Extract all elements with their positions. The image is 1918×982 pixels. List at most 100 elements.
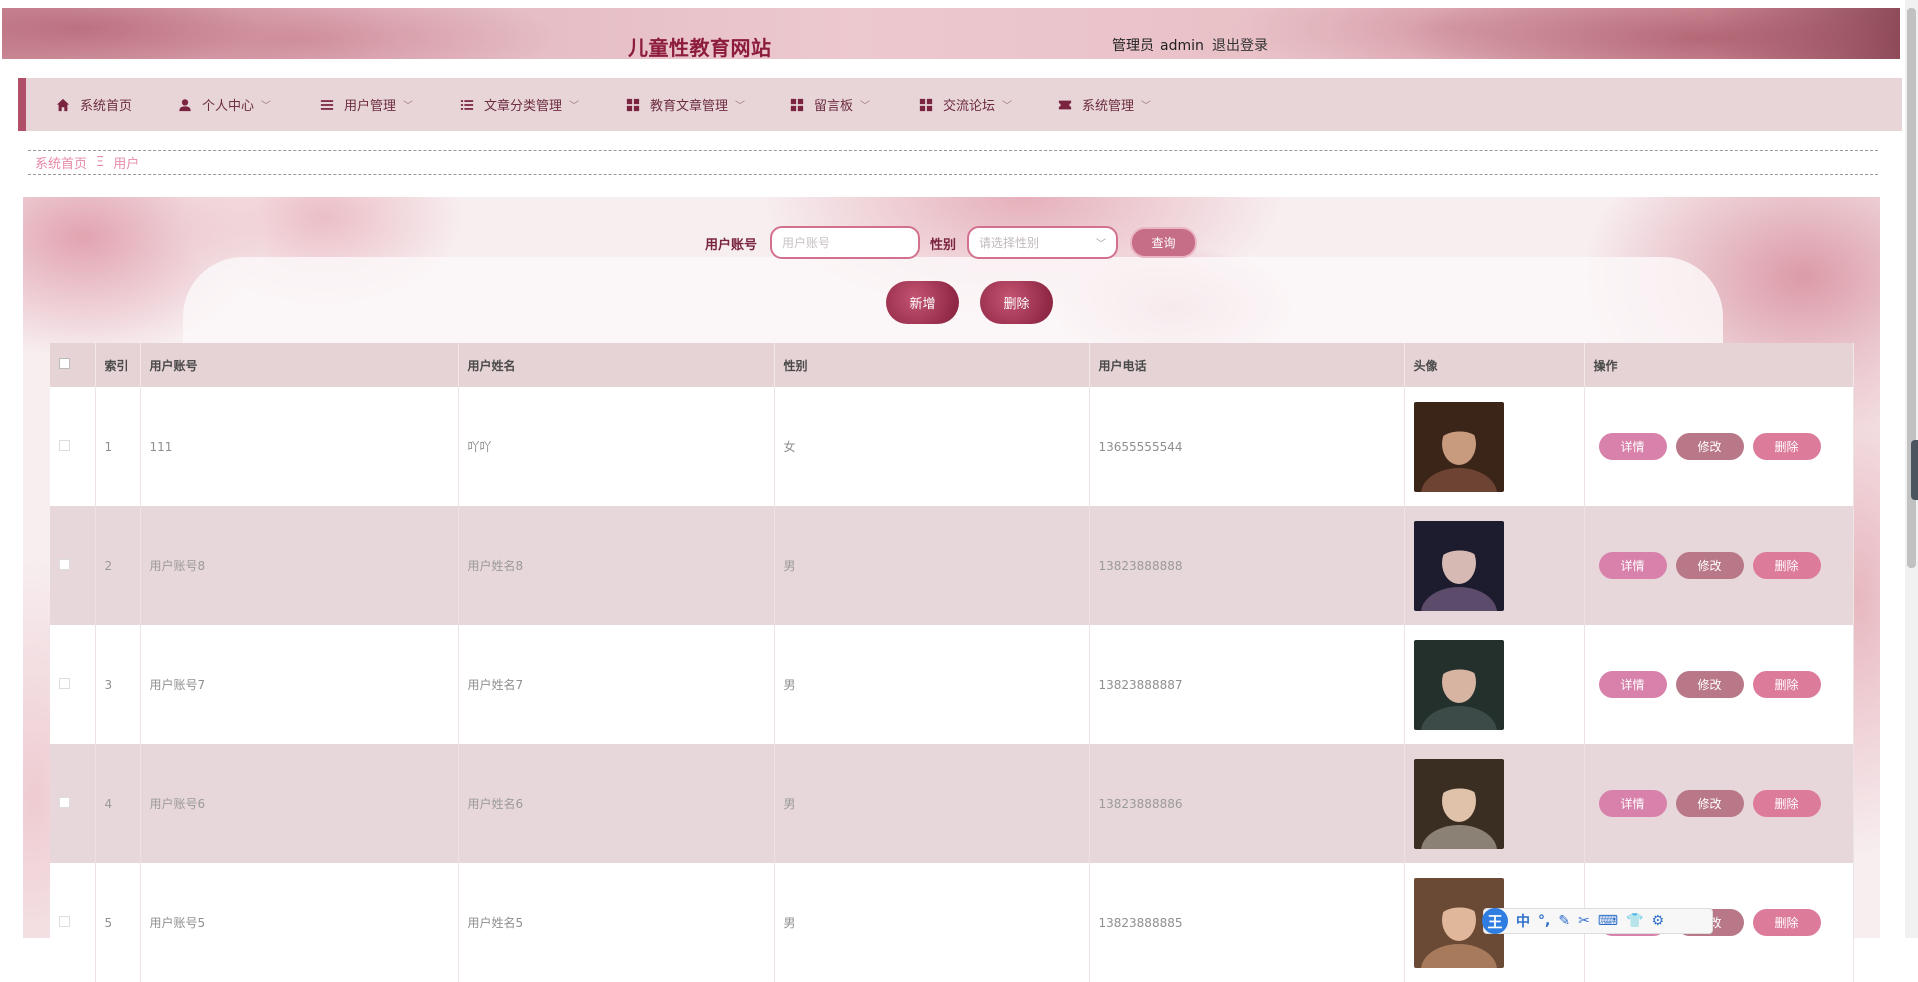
side-floating-tab[interactable]	[1911, 440, 1918, 500]
nav-item-message-board[interactable]: 留言板 ﹀	[790, 78, 870, 131]
user-table: 索引 用户账号 用户姓名 性别 用户电话 头像 操作 1 111 吖吖女 136555…	[50, 343, 1854, 982]
breadcrumb-separator: Ξ	[96, 155, 105, 170]
gender-search-label: 性别	[930, 238, 957, 253]
breadcrumb-bottom-divider	[28, 174, 1878, 175]
username: admin	[1160, 38, 1204, 54]
nav-item-user-management[interactable]: 用户管理 ﹀	[320, 78, 413, 131]
cell-index: 4	[95, 744, 141, 863]
detail-button[interactable]: 详情	[1598, 433, 1667, 460]
nav-item-profile[interactable]: 个人中心 ﹀	[178, 78, 271, 131]
column-header: 用户姓名	[458, 343, 775, 387]
nav-label: 个人中心	[202, 99, 255, 114]
scissors-icon[interactable]: ✂	[1578, 913, 1590, 929]
delete-button[interactable]: 删除	[1752, 671, 1821, 698]
gender-select[interactable]: 请选择性别 ﹀	[967, 226, 1118, 259]
ime-logo[interactable]: 王	[1482, 908, 1508, 934]
chevron-down-icon: ﹀	[1002, 101, 1013, 112]
cell-name: 吖吖	[458, 387, 775, 506]
breadcrumb-current: 用户	[113, 157, 140, 172]
nav-item-article-management[interactable]: 教育文章管理 ﹀	[626, 78, 745, 131]
nav-label: 系统首页	[80, 99, 133, 114]
logout-link[interactable]: 退出登录	[1212, 35, 1268, 55]
breadcrumb: 系统首页 Ξ 用户	[35, 153, 139, 172]
avatar	[1413, 401, 1504, 492]
add-button[interactable]: 新增	[886, 281, 959, 324]
delete-button[interactable]: 删除	[1752, 790, 1821, 817]
row-checkbox[interactable]	[59, 439, 70, 451]
row-select-cell[interactable]	[50, 863, 96, 982]
column-header: 用户电话	[1089, 343, 1405, 387]
row-select-cell[interactable]	[50, 625, 96, 744]
user-icon	[179, 98, 191, 111]
cell-index: 2	[95, 506, 141, 625]
menu-icon	[320, 99, 334, 110]
header-select-all[interactable]	[50, 343, 96, 387]
nav-item-forum[interactable]: 交流论坛 ﹀	[919, 78, 1012, 131]
column-header: 性别	[774, 343, 1090, 387]
avatar	[1413, 639, 1504, 730]
avatar	[1413, 520, 1504, 611]
row-checkbox[interactable]	[59, 915, 70, 927]
batch-delete-button[interactable]: 删除	[980, 281, 1053, 324]
cell-phone: 13823888888	[1089, 506, 1405, 625]
column-header: 索引	[95, 343, 141, 387]
row-checkbox[interactable]	[59, 558, 70, 570]
nav-label: 交流论坛	[943, 99, 996, 114]
nav-label: 用户管理	[344, 99, 397, 114]
nav-label: 系统管理	[1082, 99, 1135, 114]
cell-gender: 女	[774, 387, 1090, 506]
cell-gender: 男	[774, 625, 1090, 744]
account-search-input[interactable]	[770, 226, 920, 259]
ime-mode-toggle[interactable]: 中	[1516, 911, 1530, 931]
row-select-cell[interactable]	[50, 506, 96, 625]
cell-name: 用户姓名7	[458, 625, 775, 744]
query-button[interactable]: 查询	[1130, 227, 1197, 258]
grid-icon	[790, 98, 804, 111]
breadcrumb-home[interactable]: 系统首页	[35, 153, 87, 172]
role-label: 管理员	[1112, 38, 1154, 54]
gear-icon[interactable]: ⚙	[1651, 913, 1664, 929]
top-header: 儿童性教育网站 管理员 admin 退出登录	[2, 8, 1900, 60]
table-header-row: 索引 用户账号 用户姓名 性别 用户电话 头像 操作	[50, 343, 1854, 387]
row-checkbox[interactable]	[59, 796, 70, 808]
cell-gender: 男	[774, 744, 1090, 863]
delete-button[interactable]: 删除	[1752, 433, 1821, 460]
grid-icon	[919, 98, 933, 111]
edit-button[interactable]: 修改	[1675, 433, 1744, 460]
cell-phone: 13655555544	[1089, 387, 1405, 506]
cell-account: 111	[140, 387, 459, 506]
shirt-icon[interactable]: 👕	[1626, 913, 1643, 929]
edit-button[interactable]: 修改	[1675, 671, 1744, 698]
edit-button[interactable]: 修改	[1675, 790, 1744, 817]
table-row: 3 用户账号7 用户姓名7 男 13823888887 详情 修改 删除	[50, 625, 1854, 744]
punctuation-icon[interactable]: °,	[1538, 913, 1550, 929]
cell-operations: 详情修改删除	[1584, 506, 1854, 625]
cell-index: 5	[95, 863, 141, 982]
select-all-checkbox[interactable]	[59, 358, 70, 369]
row-select-cell[interactable]	[50, 387, 96, 506]
cell-avatar	[1404, 744, 1585, 863]
home-icon	[56, 98, 70, 111]
cell-name: 用户姓名6	[458, 744, 775, 863]
pen-icon[interactable]: ✎	[1558, 913, 1570, 929]
detail-button[interactable]: 详情	[1598, 671, 1667, 698]
delete-button[interactable]: 删除	[1752, 552, 1821, 579]
nav-item-category-management[interactable]: 文章分类管理 ﹀	[460, 78, 579, 131]
nav-item-home[interactable]: 系统首页	[56, 78, 132, 131]
table-row: 4 用户账号6 用户姓名6 男 13823888886 详情 修改 删除	[50, 744, 1854, 863]
delete-button[interactable]: 删除	[1752, 909, 1821, 936]
row-checkbox[interactable]	[59, 677, 70, 689]
edit-button[interactable]: 修改	[1675, 552, 1744, 579]
cell-name: 用户姓名8	[458, 506, 775, 625]
detail-button[interactable]: 详情	[1598, 790, 1667, 817]
cell-phone: 13823888886	[1089, 744, 1405, 863]
detail-button[interactable]: 详情	[1598, 552, 1667, 579]
gender-select-placeholder: 请选择性别	[979, 236, 1040, 250]
nav-label: 文章分类管理	[484, 99, 563, 114]
cell-index: 1	[95, 387, 141, 506]
row-select-cell[interactable]	[50, 744, 96, 863]
keyboard-icon[interactable]: ⌨	[1598, 913, 1618, 929]
column-header: 头像	[1404, 343, 1585, 387]
ticket-icon	[1058, 100, 1072, 109]
nav-item-system-management[interactable]: 系统管理 ﹀	[1058, 78, 1151, 131]
